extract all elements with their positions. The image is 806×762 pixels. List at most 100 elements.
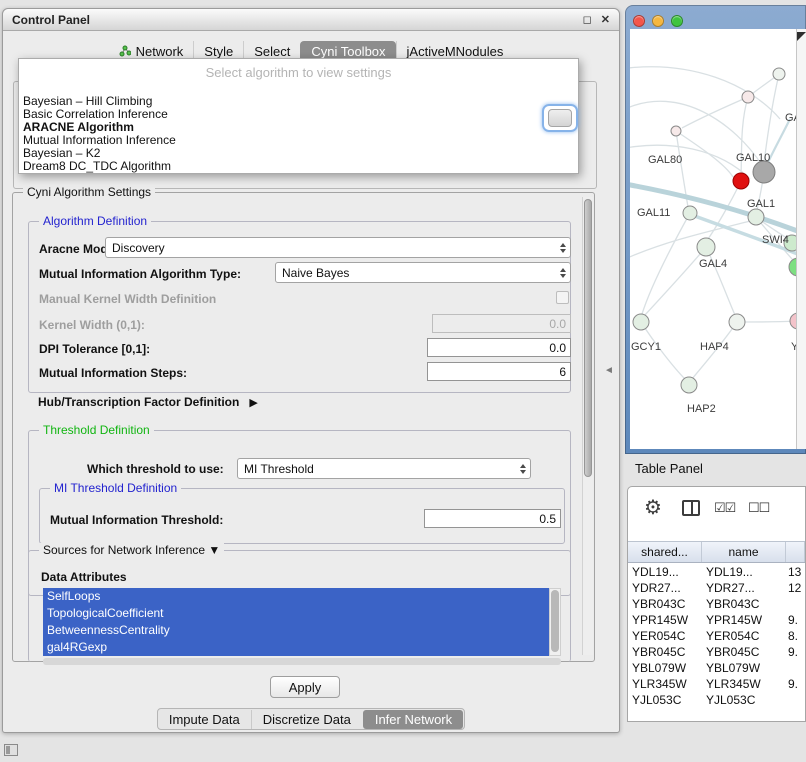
hub-transcription-section[interactable]: Hub/Transcription Factor Definition ▶ [38,395,258,409]
node-label: GAL10 [736,152,770,164]
network-node-gal4[interactable] [697,238,715,256]
network-node-hap2[interactable] [681,377,697,393]
algorithm-dropdown-popup: Select algorithm to view settings Bayesi… [18,58,579,174]
table-cell: 9. [786,613,805,627]
table-cell: YBR045C [702,645,786,659]
attribute-item-selected[interactable]: TopologicalCoefficient [43,605,549,622]
table-row[interactable]: YLR345W YLR345W 9. [628,676,805,692]
combo-value: Discovery [112,241,165,255]
table-panel-title: Table Panel [635,461,703,476]
aracne-mode-combo[interactable]: Discovery [105,237,571,258]
collapse-arrow-icon[interactable]: ▼ [208,543,220,557]
combo-arrows-icon [515,464,530,474]
tab-discretize-data[interactable]: Discretize Data [251,710,362,729]
table-cell: YBR045C [628,645,702,659]
settings-group-title: Cyni Algorithm Settings [23,185,155,199]
gear-icon[interactable]: ⚙ [644,495,662,520]
network-node[interactable] [789,258,796,276]
network-node-hap4[interactable] [729,314,745,330]
table-cell: 13 [786,565,805,579]
select-all-icon[interactable]: ☑☑ [714,500,735,516]
control-panel-titlebar[interactable]: Control Panel ◻ ✕ [3,9,619,31]
table-cell: YLR345W [702,677,786,691]
attribute-item-selected[interactable]: SelfLoops [43,588,549,605]
table-row[interactable]: YBR045C YBR045C 9. [628,644,805,660]
panel-splitter-handle[interactable]: ◄ [604,365,614,376]
close-traffic-light[interactable] [633,15,645,27]
zoom-traffic-light[interactable] [671,15,683,27]
kernel-width-label: Kernel Width (0,1): [39,318,145,332]
select-none-icon[interactable]: ☐☐ [748,500,769,516]
table-cell: YPR145W [628,613,702,627]
network-node-gal11[interactable] [683,206,697,220]
node-label: GAL [785,112,796,124]
combo-stepper-button [548,109,572,127]
table-cell: YER054C [702,629,786,643]
mi-threshold-field[interactable] [424,509,561,528]
mi-steps-label: Mutual Information Steps: [39,366,187,380]
table-row[interactable]: YDR27... YDR27... 12 [628,580,805,596]
network-node-gal1[interactable] [748,209,764,225]
settings-scrollbar[interactable] [582,197,593,655]
which-threshold-label: Which threshold to use: [87,462,224,476]
attribute-item-selected[interactable]: BetweennessCentrality [43,622,549,639]
table-row[interactable]: YJL053C YJL053C [628,692,805,708]
dpi-tolerance-field[interactable] [427,338,571,357]
manual-kernel-checkbox[interactable] [556,291,569,304]
algorithm-option[interactable]: Mutual Information Inference [20,134,577,147]
which-threshold-combo[interactable]: MI Threshold [237,458,531,479]
algorithm-option[interactable]: Dream8 DC_TDC Algorithm [20,160,577,173]
table-row[interactable]: YDL19... YDL19... 13 [628,564,805,580]
column-header-name[interactable]: name [702,542,786,562]
column-browser-icon[interactable] [682,500,700,516]
table-row[interactable]: YBR043C YBR043C [628,596,805,612]
minimize-traffic-light[interactable] [652,15,664,27]
tab-infer-network[interactable]: Infer Network [363,710,463,729]
column-header-shared[interactable]: shared... [628,542,702,562]
node-label: HAP2 [687,403,716,415]
dock-panel-icon[interactable] [4,744,18,756]
scrollbar-thumb[interactable] [551,590,559,652]
network-node[interactable] [773,68,785,80]
control-panel-window: Control Panel ◻ ✕ Network Style Select [2,8,620,733]
apply-button[interactable]: Apply [270,676,340,698]
table-row[interactable]: YBL079W YBL079W [628,660,805,676]
attribute-item-selected[interactable]: gal4RGexp [43,639,549,656]
table-cell: 9. [786,645,805,659]
birdseye-toggle-icon[interactable] [797,32,806,41]
network-node-gcy1[interactable] [633,314,649,330]
network-canvas[interactable]: GAL GAL80 GAL10 GAL11 GAL1 SWI4 GAL4 GCY… [630,29,796,449]
combo-arrows-icon [555,243,570,253]
table-cell: YBL079W [628,661,702,675]
table-cell: YDR27... [702,581,786,595]
tab-impute-data[interactable]: Impute Data [158,710,251,729]
sources-group: Sources for Network Inference ▼ Data Att… [28,550,571,662]
combo-value: MI Threshold [244,462,314,476]
column-header-extra[interactable] [786,542,805,562]
table-cell: YER054C [628,629,702,643]
mi-type-label: Mutual Information Algorithm Type: [39,267,241,281]
node-label: GAL80 [648,154,682,166]
mi-steps-field[interactable] [427,362,571,381]
network-node-selected-red[interactable] [733,173,749,189]
attributes-scrollbar[interactable] [549,588,561,656]
data-attributes-label: Data Attributes [41,570,127,584]
network-node[interactable] [742,91,754,103]
float-window-icon[interactable]: ◻ [583,13,592,26]
combo-focus-ring[interactable] [542,104,578,132]
table-cell: YJL053C [702,693,786,707]
table-row[interactable]: YER054C YER054C 8. [628,628,805,644]
table-cell: YBR043C [702,597,786,611]
bottom-tab-bar: Impute Data Discretize Data Infer Networ… [157,708,465,730]
kernel-width-field[interactable] [432,314,571,333]
network-scrollbar[interactable] [796,29,806,449]
close-window-icon[interactable]: ✕ [601,13,610,26]
mi-type-combo[interactable]: Naive Bayes [275,262,571,283]
node-label: SWI4 [762,234,789,246]
attributes-hscrollbar[interactable] [43,658,561,665]
table-row[interactable]: YPR145W YPR145W 9. [628,612,805,628]
scrollbar-thumb[interactable] [584,199,592,477]
network-node-gal10[interactable] [753,161,775,183]
network-node[interactable] [671,126,681,136]
expand-arrow-icon[interactable]: ▶ [249,396,257,409]
